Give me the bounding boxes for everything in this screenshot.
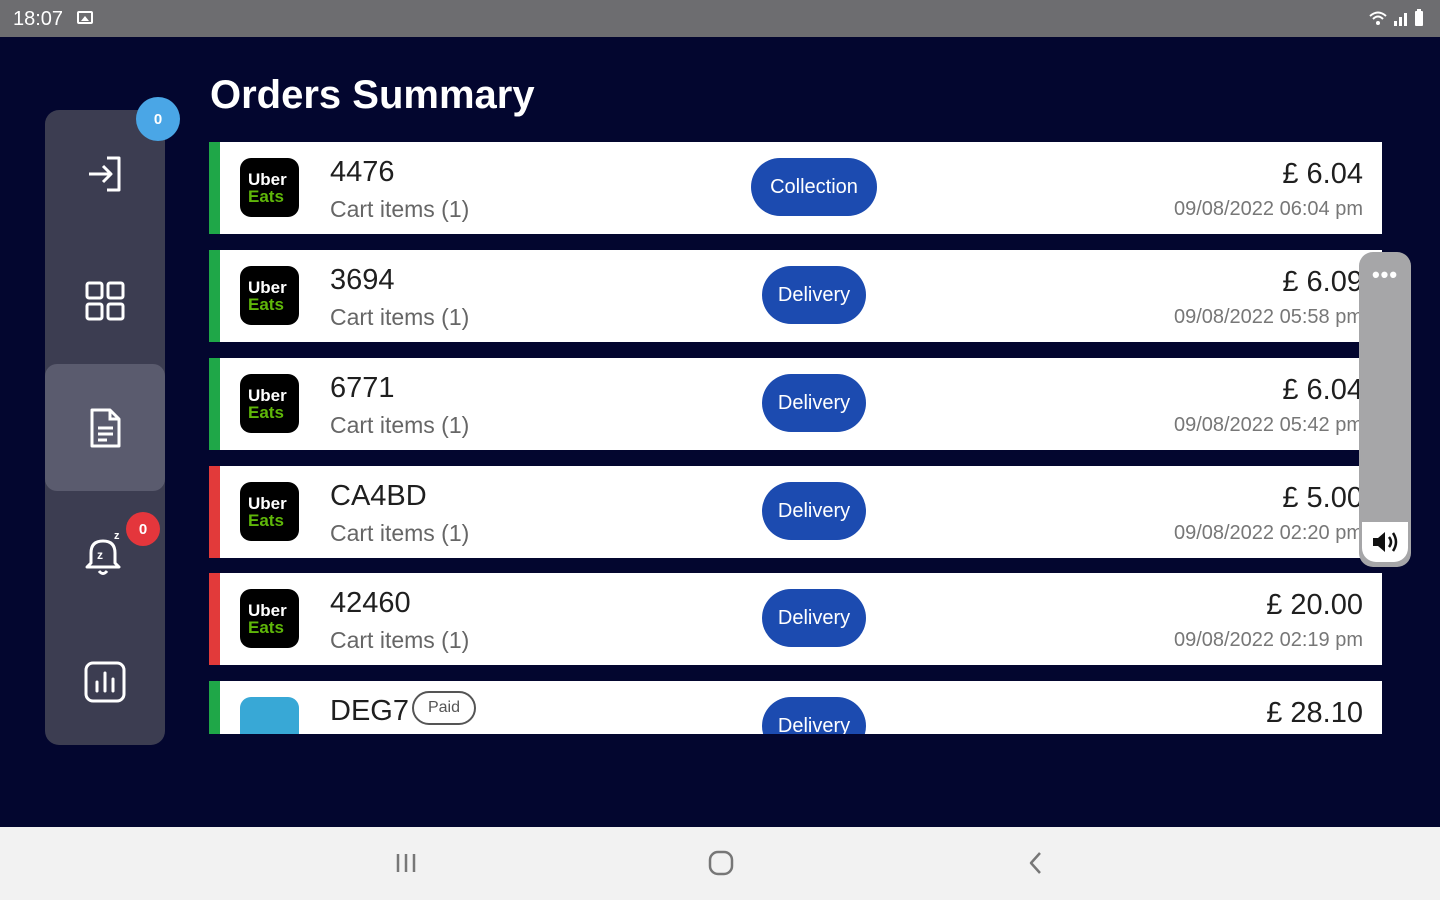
order-row[interactable]: DEG7 Paid Delivery £ 28.10 <box>209 681 1382 734</box>
back-button[interactable] <box>1018 845 1054 881</box>
floating-panel[interactable]: ••• <box>1359 252 1411 567</box>
uber-eats-logo: Uber Eats <box>240 589 299 648</box>
status-bar-indicator <box>209 250 220 342</box>
order-price: £ 28.10 <box>1266 697 1363 729</box>
cart-items: Cart items (1) <box>330 520 470 546</box>
order-date: 09/08/2022 02:19 pm <box>1173 629 1363 651</box>
orders-list: Uber Eats 4476 Cart items (1) Collection … <box>209 142 1382 734</box>
grid-icon <box>85 281 125 320</box>
order-price: £ 20.00 <box>1266 589 1363 621</box>
recent-apps-icon <box>396 854 416 872</box>
order-type-pill[interactable]: Delivery <box>762 374 866 432</box>
store-logo <box>240 697 299 734</box>
order-price: £ 6.09 <box>1282 266 1363 298</box>
order-date: 09/08/2022 02:20 pm <box>1173 522 1363 544</box>
order-row[interactable]: Uber Eats 6771 Cart items (1) Delivery £ … <box>209 358 1382 450</box>
recent-apps-button[interactable] <box>388 845 424 881</box>
cart-items: Cart items (1) <box>330 304 470 330</box>
reports-button[interactable] <box>45 618 165 745</box>
cart-items: Cart items (1) <box>330 627 470 653</box>
uber-eats-logo: Uber Eats <box>240 158 299 217</box>
order-id: 6771 <box>330 372 395 404</box>
order-type-pill[interactable]: Delivery <box>762 697 866 734</box>
sidebar: z z <box>45 110 165 745</box>
order-id: 42460 <box>330 587 411 619</box>
paid-badge: Paid <box>412 691 476 725</box>
status-bar-indicator <box>209 573 220 665</box>
order-row[interactable]: Uber Eats CA4BD Cart items (1) Delivery £… <box>209 466 1382 558</box>
order-price: £ 6.04 <box>1282 158 1363 190</box>
svg-text:z: z <box>114 530 120 542</box>
bar-chart-icon <box>84 661 126 702</box>
svg-text:z: z <box>97 548 103 562</box>
status-bar-indicator <box>209 466 220 558</box>
speaker-button[interactable] <box>1362 522 1408 562</box>
uber-eats-logo: Uber Eats <box>240 266 299 325</box>
order-row[interactable]: Uber Eats 4476 Cart items (1) Collection … <box>209 142 1382 234</box>
order-type-pill[interactable]: Delivery <box>762 589 866 647</box>
navigation-bar <box>0 827 1440 900</box>
document-icon <box>90 408 121 447</box>
order-id: 3694 <box>330 264 395 296</box>
snooze-bell-icon: z z <box>85 530 121 575</box>
login-icon <box>89 156 121 191</box>
order-price: £ 5.00 <box>1282 482 1363 514</box>
back-icon <box>1029 852 1041 874</box>
page-title: Orders Summary <box>210 73 535 117</box>
status-bar: 18:07 <box>0 0 1440 37</box>
dashboard-button[interactable] <box>45 237 165 364</box>
image-notification-icon <box>77 11 93 24</box>
uber-eats-logo: Uber Eats <box>240 482 299 541</box>
speaker-icon <box>1373 532 1398 552</box>
status-time: 18:07 <box>13 8 64 30</box>
order-type-pill[interactable]: Collection <box>751 158 877 216</box>
snooze-alerts-button[interactable]: z z <box>45 491 165 618</box>
order-id: CA4BD <box>330 480 427 512</box>
more-options-icon[interactable]: ••• <box>1359 262 1411 288</box>
order-date: 09/08/2022 05:42 pm <box>1173 414 1363 436</box>
status-bar-indicator <box>209 681 220 734</box>
system-icons <box>1368 8 1428 33</box>
orders-button[interactable] <box>45 364 165 491</box>
order-row[interactable]: Uber Eats 3694 Cart items (1) Delivery £ … <box>209 250 1382 342</box>
order-row[interactable]: Uber Eats 42460 Cart items (1) Delivery £… <box>209 573 1382 665</box>
alerts-count-badge: 0 <box>126 512 160 546</box>
home-icon <box>708 850 734 876</box>
order-date: 09/08/2022 05:58 pm <box>1173 306 1363 328</box>
home-button[interactable] <box>703 845 739 881</box>
status-bar-indicator <box>209 358 220 450</box>
order-date: 09/08/2022 06:04 pm <box>1173 198 1363 220</box>
cart-items: Cart items (1) <box>330 196 470 222</box>
sidebar-top-badge: 0 <box>136 97 180 141</box>
order-id: DEG7 <box>330 695 409 727</box>
cart-items: Cart items (1) <box>330 412 470 438</box>
uber-eats-logo: Uber Eats <box>240 374 299 433</box>
wifi-signal-battery-icon <box>1369 9 1423 26</box>
status-bar-indicator <box>209 142 220 234</box>
order-price: £ 6.04 <box>1282 374 1363 406</box>
order-type-pill[interactable]: Delivery <box>762 482 866 540</box>
order-id: 4476 <box>330 156 395 188</box>
order-type-pill[interactable]: Delivery <box>762 266 866 324</box>
